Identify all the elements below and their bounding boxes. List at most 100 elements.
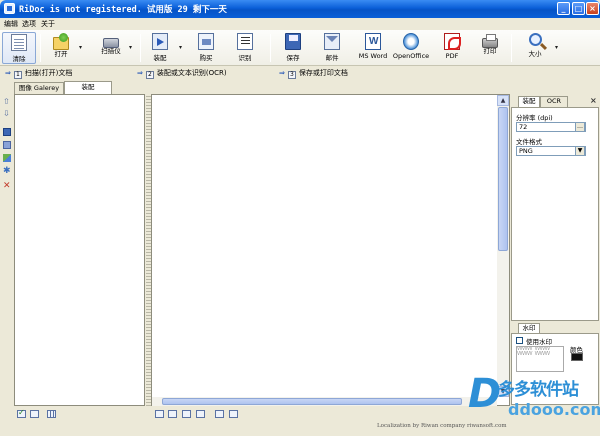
clear-button[interactable]: 清除 [2, 32, 36, 64]
save-page-icon[interactable] [3, 128, 11, 136]
zoom-dropdown-arrow[interactable]: ▾ [555, 44, 558, 51]
step-label: 保存或打印文档 [298, 69, 348, 77]
openoffice-icon [403, 33, 419, 50]
step-number: 1 [13, 71, 22, 79]
scroll-up-arrow[interactable]: ▲ [497, 95, 509, 106]
watermark-color-picker[interactable] [571, 353, 583, 361]
vertical-scroll-thumb[interactable] [498, 107, 508, 251]
image-icon[interactable] [3, 154, 11, 162]
ocr-button[interactable]: 识别 [231, 32, 259, 64]
logo-url: ddooo.com [508, 400, 600, 419]
use-watermark-checkbox[interactable] [516, 337, 523, 344]
menu-options[interactable]: 选项 [22, 19, 36, 29]
minimize-button[interactable]: _ [557, 2, 570, 15]
single-view-icon[interactable] [30, 410, 39, 418]
buy-button[interactable]: 购买 [192, 32, 220, 64]
word-button[interactable]: MS Word [356, 32, 390, 64]
step-2[interactable]: ⇒ 2 装配或文本识别(OCR) [137, 68, 227, 79]
toolbar-separator [140, 34, 141, 62]
clear-document-icon [11, 34, 27, 51]
pdf-icon [444, 33, 461, 50]
menu-bar: 编辑 选项 关于 [0, 18, 600, 30]
vertical-scrollbar[interactable]: ▲ ▼ [497, 95, 509, 397]
copy-page-icon[interactable] [3, 141, 11, 149]
openoffice-label: OpenOffice [392, 52, 430, 60]
arrow-right-icon: ⇒ [137, 69, 143, 77]
tab-bind[interactable]: 装配 [64, 81, 112, 94]
step-1[interactable]: ⇒ 1 扫描(打开)文档 [5, 68, 72, 79]
use-watermark-label: 使用水印 [526, 338, 552, 346]
grid-view-icon[interactable] [47, 410, 56, 418]
pdf-button[interactable]: PDF [438, 32, 466, 64]
tab-watermark[interactable]: 水印 [518, 323, 540, 333]
tab-image-gallery[interactable]: 图像 Galerey [14, 82, 64, 94]
fit-width-icon[interactable] [215, 410, 224, 418]
horizontal-scroll-thumb[interactable] [162, 398, 462, 405]
open-button[interactable]: 打开 [46, 32, 76, 64]
tab-bind-settings[interactable]: 装配 [518, 96, 540, 107]
bind-dropdown-arrow[interactable]: ▾ [179, 44, 182, 51]
mail-label: 邮件 [325, 54, 339, 62]
save-icon [285, 33, 301, 50]
bind-settings-box: 分辨率 (dpi) 72 … 文件格式 PNG ▼ [511, 107, 599, 321]
open-dropdown-arrow[interactable]: ▾ [79, 44, 82, 51]
resolution-more-button[interactable]: … [575, 122, 585, 132]
menu-about[interactable]: 关于 [41, 19, 55, 29]
resolution-label: 分辨率 (dpi) [516, 114, 553, 122]
buy-icon [198, 33, 214, 50]
move-down-icon[interactable]: ⇩ [3, 110, 11, 118]
maximize-button[interactable]: □ [572, 2, 585, 15]
clear-label: 清除 [12, 55, 26, 63]
document-canvas[interactable] [151, 94, 510, 406]
printer-icon [482, 34, 498, 48]
fit-page-icon[interactable] [229, 410, 238, 418]
logo-title: 多多软件站 [498, 380, 579, 400]
buy-label: 购买 [199, 54, 213, 62]
move-up-icon[interactable]: ⇧ [3, 98, 11, 106]
page-last-icon[interactable] [196, 410, 205, 418]
site-logo: D 多多软件站 ddooo.com [468, 372, 600, 432]
step-3[interactable]: ⇒ 3 保存或打印文档 [279, 68, 348, 79]
step-label: 装配或文本识别(OCR) [156, 69, 227, 77]
scanner-button[interactable]: 扫描仪 [94, 32, 128, 64]
ocr-icon [237, 33, 253, 50]
word-label: MS Word [358, 52, 388, 60]
horizontal-scrollbar[interactable] [152, 397, 497, 406]
delete-icon[interactable]: ✕ [3, 182, 11, 191]
title-bar: RiDoc is not registered. 试用版 29 剩下一天 _ □… [0, 0, 600, 18]
page-first-icon[interactable] [155, 410, 164, 418]
left-tool-strip: ⇧ ⇩ ✱ ✕ [0, 94, 14, 424]
arrow-right-icon: ⇒ [5, 69, 11, 77]
print-button[interactable]: 打印 [476, 32, 504, 64]
app-icon [4, 3, 15, 14]
settings-icon[interactable]: ✱ [3, 167, 11, 176]
format-dropdown-arrow[interactable]: ▼ [575, 146, 585, 156]
tab-ocr[interactable]: OCR [540, 96, 568, 107]
step-label: 扫描(打开)文档 [24, 69, 73, 77]
scanner-dropdown-arrow[interactable]: ▾ [129, 44, 132, 51]
toolbar-separator [270, 34, 271, 62]
thumbnail-panel[interactable] [14, 94, 145, 406]
step-number: 3 [287, 71, 296, 79]
save-button[interactable]: 保存 [279, 32, 307, 64]
toolbar-separator [40, 34, 41, 62]
menu-edit[interactable]: 编辑 [4, 19, 18, 29]
openoffice-button[interactable]: OpenOffice [392, 32, 430, 64]
window-title: RiDoc is not registered. 试用版 29 剩下一天 [19, 5, 227, 15]
page-prev-icon[interactable] [168, 410, 177, 418]
arrow-right-icon: ⇒ [279, 69, 285, 77]
mail-button[interactable]: 邮件 [318, 32, 346, 64]
scanner-icon [103, 38, 119, 48]
panel-close-icon[interactable]: × [590, 96, 597, 105]
close-button[interactable]: × [586, 2, 599, 15]
zoom-icon [528, 33, 542, 46]
page-next-icon[interactable] [182, 410, 191, 418]
bind-icon [152, 33, 168, 50]
check-all-icon[interactable] [17, 408, 26, 418]
toolbar-separator [511, 34, 512, 62]
bind-button[interactable]: 装配 [146, 32, 174, 64]
open-folder-icon [53, 33, 69, 50]
steps-bar: ⇒ 1 扫描(打开)文档 ⇒ 2 装配或文本识别(OCR) ⇒ 3 保存或打印文档 [0, 66, 600, 80]
watermark-preview[interactable]: VVVVVV VVVVVV VVVVVV VVVVVV [516, 346, 564, 372]
zoom-button[interactable]: 大小 [521, 32, 549, 64]
